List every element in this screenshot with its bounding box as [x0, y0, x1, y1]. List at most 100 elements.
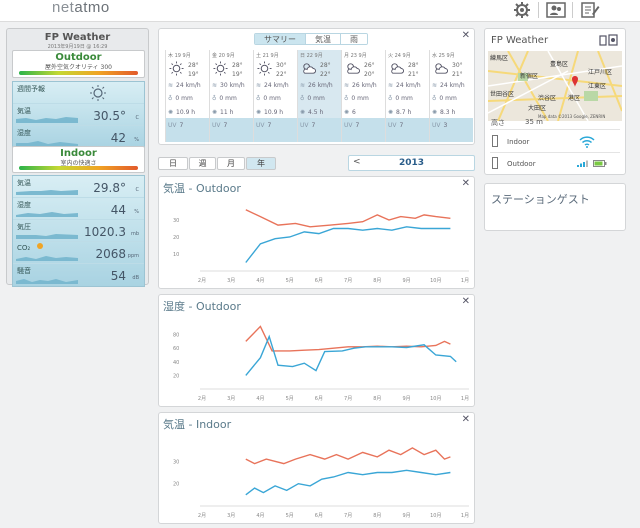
co2-value: 2068 — [95, 247, 126, 261]
humidity-unit: % — [134, 137, 139, 143]
co2-row[interactable]: CO₂ 2068 ppm — [13, 242, 144, 264]
station-datetime: 2013年9月19日 @ 16:29 — [47, 44, 108, 50]
noise-unit: dB — [132, 275, 139, 281]
x-tick-label: 1月 — [461, 396, 469, 402]
forecast-wind: ≋ 24 km/h — [432, 82, 465, 89]
forecast-rain: ♁ 0 mm — [432, 95, 457, 102]
weekly-forecast-row[interactable]: 週間予報 — [13, 82, 144, 104]
co2-label: CO₂ — [17, 244, 31, 252]
raindrop-icon: ♁ — [432, 95, 437, 102]
outdoor-module-icon — [492, 157, 498, 169]
co2-unit: ppm — [127, 253, 139, 259]
partly-cloudy-icon — [433, 61, 448, 76]
forecast-temps: 28° 21° — [408, 61, 419, 79]
air-quality-bar — [19, 71, 138, 75]
y-tick-label: 80 — [173, 333, 179, 339]
station-title: FP Weather — [44, 32, 111, 43]
map-label: 世田谷区 — [490, 91, 515, 98]
station-devices-icon[interactable] — [599, 34, 619, 46]
indoor-module-header[interactable]: Indoor 室内の快適さ — [12, 146, 145, 173]
station-info-title: FP Weather — [491, 35, 549, 46]
forecast-low: 20° — [364, 71, 375, 78]
netatmo-logo[interactable]: netatmo — [52, 0, 110, 16]
tab-temperature[interactable]: 気温 — [306, 34, 341, 44]
noise-row[interactable]: 騒音 54 dB — [13, 264, 144, 286]
forecast-day[interactable]: 土 21 9月 30° 22° ≋ 24 km/h ♁ 0 mm ✺ 10.9 h UV 7 — [253, 50, 297, 142]
altitude-label: 高さ — [491, 119, 505, 127]
wifi-icon — [579, 136, 595, 148]
indoor-temperature-chart-card: 気温 - Indoor ✕ 2月 3月 4月 5月 6月 7月 8月 9月 10月 1月 20 30 — [158, 412, 475, 524]
forecast-wind: ≋ 24 km/h — [256, 82, 289, 89]
forecast-high: 28° — [188, 62, 199, 69]
period-year-button[interactable]: 年 — [246, 157, 276, 170]
forecast-uv: UV 7 — [168, 122, 184, 129]
forecast-low: 21° — [408, 71, 419, 78]
temperature-sparkline — [16, 117, 78, 123]
x-tick-label: 5月 — [286, 278, 294, 284]
station-location-map[interactable]: 練馬区 豊島区 江戸川区 新宿区 江東区 世田谷区 渋谷区 港区 大田区 Map… — [488, 51, 622, 121]
wind-icon: ≋ — [388, 82, 394, 89]
year-label: 2013 — [398, 158, 425, 168]
forecast-day[interactable]: 月 23 9月 26° 20° ≋ 26 km/h ♁ 0 mm ✺ 6 UV 7 — [341, 50, 385, 142]
forecast-day[interactable]: 日 22 9月 28° 22° ≋ 26 km/h ♁ 0 mm ✺ 4.5 h UV 7 — [297, 50, 341, 142]
forecast-high: 28° — [232, 62, 243, 69]
forecast-temps: 28° 19° — [188, 61, 199, 79]
outdoor-temperature-value: 30.5° — [93, 109, 126, 123]
humidity-unit: % — [134, 209, 139, 215]
station-info-card: FP Weather 練馬区 豊島区 江戸川区 新宿区 江東区 世田谷区 渋谷区… — [484, 28, 626, 175]
indoor-temperature-row[interactable]: 気温 29.8° C — [13, 176, 144, 198]
forecast-days: 木 19 9月 28° 19° ≋ 24 km/h ♁ 0 mm ✺ 10.9 h UV 7 金 20… — [165, 50, 473, 142]
series-line-1 — [245, 334, 457, 376]
forecast-day[interactable]: 火 24 9月 28° 21° ≋ 24 km/h ♁ 0 mm ✺ 8.7 h UV 7 — [385, 50, 429, 142]
edit-icon[interactable] — [580, 1, 600, 19]
y-tick-label: 20 — [173, 373, 179, 379]
year-selector[interactable]: < 2013 — [348, 155, 475, 171]
forecast-uv: UV 7 — [300, 122, 316, 129]
forecast-sunshine: ✺ 6 — [344, 109, 356, 116]
forecast-day[interactable]: 金 20 9月 28° 19° ≋ 30 km/h ♁ 0 mm ✺ 11 h UV 7 — [209, 50, 253, 142]
series-line-1 — [245, 226, 451, 263]
forecast-day[interactable]: 水 25 9月 30° 21° ≋ 24 km/h ♁ 0 mm ✺ 8.3 h UV 3 — [429, 50, 473, 142]
users-icon[interactable] — [546, 1, 566, 19]
sun-icon — [90, 85, 106, 101]
y-tick-label: 40 — [173, 360, 179, 366]
forecast-date: 火 24 9月 — [388, 53, 411, 59]
outdoor-humidity-row[interactable]: 湿度 42 % — [13, 126, 144, 148]
raindrop-icon: ♁ — [300, 95, 305, 102]
outdoor-module-header[interactable]: Outdoor 屋外空気クオリティ 300 — [12, 50, 145, 78]
comfort-bar — [19, 166, 138, 170]
pressure-row[interactable]: 気圧 1020.3 mb — [13, 220, 144, 242]
station-guest-card[interactable]: ステーションゲスト — [484, 183, 626, 231]
period-month-button[interactable]: 月 — [217, 157, 245, 170]
sunshine-icon: ✺ — [388, 109, 394, 116]
forecast-day[interactable]: 木 19 9月 28° 19° ≋ 24 km/h ♁ 0 mm ✺ 10.9 h UV 7 — [165, 50, 209, 142]
forecast-sunshine: ✺ 8.7 h — [388, 109, 412, 116]
x-tick-label: 2月 — [198, 396, 206, 402]
outdoor-temperature-row[interactable]: 気温 30.5° C — [13, 104, 144, 126]
forecast-date: 金 20 9月 — [212, 53, 235, 59]
y-tick-label: 30 — [173, 459, 179, 465]
indoor-temperature-value: 29.8° — [93, 181, 126, 195]
map-label: 港区 — [568, 95, 581, 102]
series-line-1 — [245, 469, 451, 496]
map-label: 渋谷区 — [538, 95, 557, 102]
wind-icon: ≋ — [432, 82, 438, 89]
x-tick-label: 4月 — [256, 513, 264, 519]
forecast-high: 30° — [452, 62, 463, 69]
tab-rain[interactable]: 雨 — [341, 34, 367, 44]
forecast-rain: ♁ 0 mm — [168, 95, 193, 102]
x-tick-label: 8月 — [373, 278, 381, 284]
gear-icon[interactable] — [512, 1, 532, 19]
tab-summary[interactable]: サマリー — [255, 34, 306, 44]
period-day-button[interactable]: 日 — [158, 157, 188, 170]
y-tick-label: 60 — [173, 346, 179, 352]
top-header: netatmo — [0, 0, 640, 22]
x-tick-label: 5月 — [286, 513, 294, 519]
raindrop-icon: ♁ — [168, 95, 173, 102]
x-tick-label: 7月 — [344, 278, 352, 284]
indoor-humidity-row[interactable]: 湿度 44 % — [13, 198, 144, 220]
wind-icon: ≋ — [168, 82, 174, 89]
signal-bars-icon — [577, 160, 588, 167]
period-week-button[interactable]: 週 — [189, 157, 216, 170]
close-icon[interactable]: ✕ — [462, 30, 470, 41]
